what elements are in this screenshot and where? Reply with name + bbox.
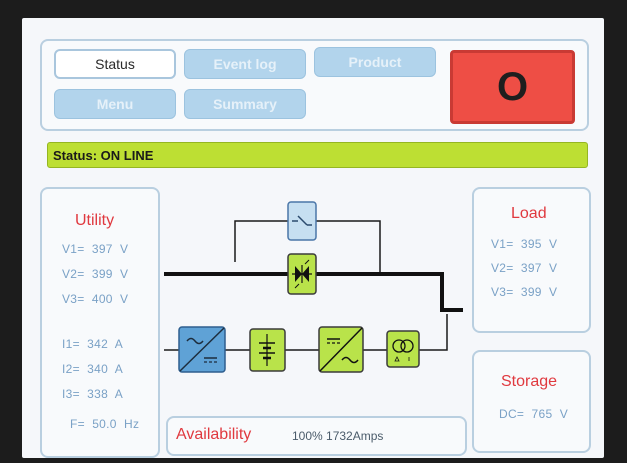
- transformer-icon[interactable]: [386, 330, 420, 368]
- battery-icon[interactable]: [249, 328, 286, 372]
- bypass-switch-icon[interactable]: [287, 201, 317, 241]
- power-flow-diagram: [164, 201, 463, 373]
- rectifier-icon[interactable]: [178, 326, 226, 373]
- ups-screen: Status Event log Product Menu Summary O …: [22, 18, 604, 458]
- inverter-icon[interactable]: [318, 326, 364, 373]
- static-switch-icon[interactable]: [287, 253, 317, 295]
